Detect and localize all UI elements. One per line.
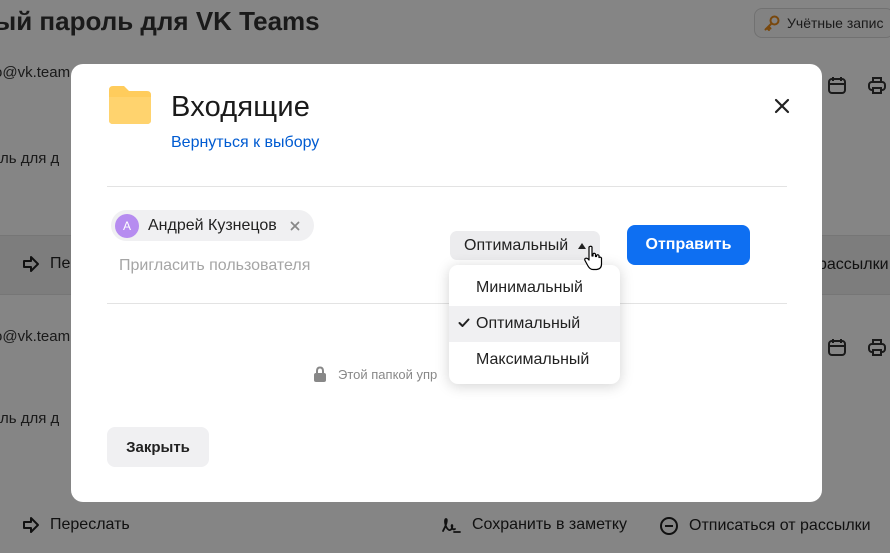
divider [107,186,787,187]
folder-access-note: Этой папкой упр [313,366,437,382]
close-icon [290,221,300,230]
back-to-selection-link[interactable]: Вернуться к выбору [171,134,319,152]
close-dialog-button[interactable] [771,95,793,117]
option-optimal[interactable]: Оптимальный [449,306,620,342]
access-level-select[interactable]: Оптимальный [450,231,601,260]
folder-icon [109,86,151,124]
dialog-title: Входящие [171,91,311,123]
access-level-dropdown: Минимальный Оптимальный Максимальный [449,265,620,384]
lock-icon [314,366,326,382]
close-icon [774,98,790,114]
close-button[interactable]: Закрыть [107,427,209,467]
recipient-name: Андрей Кузнецов [148,216,277,234]
option-label: Максимальный [476,351,590,368]
share-folder-dialog: Входящие Вернуться к выбору А Андрей Куз… [71,64,822,502]
option-minimal[interactable]: Минимальный [449,270,620,306]
option-label: Оптимальный [476,315,581,332]
divider [107,303,787,304]
invite-user-input[interactable] [119,254,399,278]
remove-recipient-button[interactable] [288,219,302,233]
avatar: А [115,213,139,238]
recipient-chip: А Андрей Кузнецов [111,210,314,241]
folder-access-note-text: Этой папкой упр [338,366,438,382]
option-maximal[interactable]: Максимальный [449,342,620,378]
hand-cursor-icon [584,245,603,271]
option-label: Минимальный [476,279,583,296]
send-button[interactable]: Отправить [627,225,750,265]
checkmark-icon [458,318,470,327]
access-level-value: Оптимальный [464,236,569,254]
